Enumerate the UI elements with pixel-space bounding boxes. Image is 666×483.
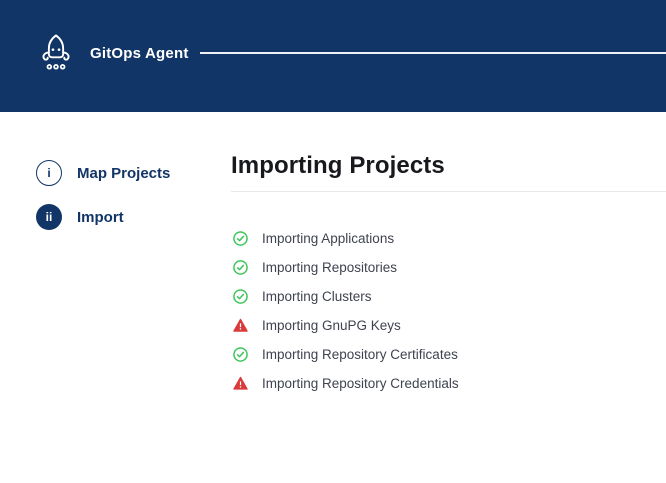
wizard-step-map-projects[interactable]: i Map Projects: [36, 160, 170, 186]
wizard-step-import[interactable]: ii Import: [36, 204, 170, 230]
app-header: GitOps Agent: [0, 0, 666, 112]
import-status-row: Importing Applications: [233, 224, 459, 253]
step-number-badge: ii: [36, 204, 62, 230]
import-status-row: Importing Clusters: [233, 282, 459, 311]
step-number-badge: i: [36, 160, 62, 186]
wizard-steps: i Map Projects ii Import: [36, 160, 170, 248]
step-label: Map Projects: [77, 165, 170, 182]
status-label: Importing Applications: [262, 231, 394, 246]
step-label: Import: [77, 209, 124, 226]
status-icon-wrap: [233, 318, 248, 333]
success-check-icon: [233, 231, 248, 246]
status-label: Importing Clusters: [262, 289, 372, 304]
status-label: Importing Repositories: [262, 260, 397, 275]
import-status-row: Importing Repository Certificates: [233, 340, 459, 369]
title-divider: [231, 191, 666, 192]
status-icon-wrap: [233, 260, 248, 275]
status-icon-wrap: [233, 376, 248, 391]
header-rule: [200, 52, 666, 54]
status-icon-wrap: [233, 231, 248, 246]
squid-logo-icon: [37, 33, 75, 73]
import-status-list: Importing Applications Importing Reposit…: [233, 224, 459, 398]
status-label: Importing GnuPG Keys: [262, 318, 401, 333]
import-status-row: Importing Repositories: [233, 253, 459, 282]
status-label: Importing Repository Credentials: [262, 376, 459, 391]
success-check-icon: [233, 289, 248, 304]
error-triangle-icon: [233, 318, 248, 333]
page-title: Importing Projects: [231, 150, 666, 182]
step-number: ii: [46, 210, 53, 224]
import-status-row: Importing GnuPG Keys: [233, 311, 459, 340]
step-number: i: [47, 166, 50, 180]
success-check-icon: [233, 347, 248, 362]
status-icon-wrap: [233, 289, 248, 304]
success-check-icon: [233, 260, 248, 275]
status-icon-wrap: [233, 347, 248, 362]
error-triangle-icon: [233, 376, 248, 391]
main-content: Importing Projects Importing Application…: [231, 150, 666, 182]
import-status-row: Importing Repository Credentials: [233, 369, 459, 398]
app-title: GitOps Agent: [90, 45, 189, 62]
status-label: Importing Repository Certificates: [262, 347, 458, 362]
